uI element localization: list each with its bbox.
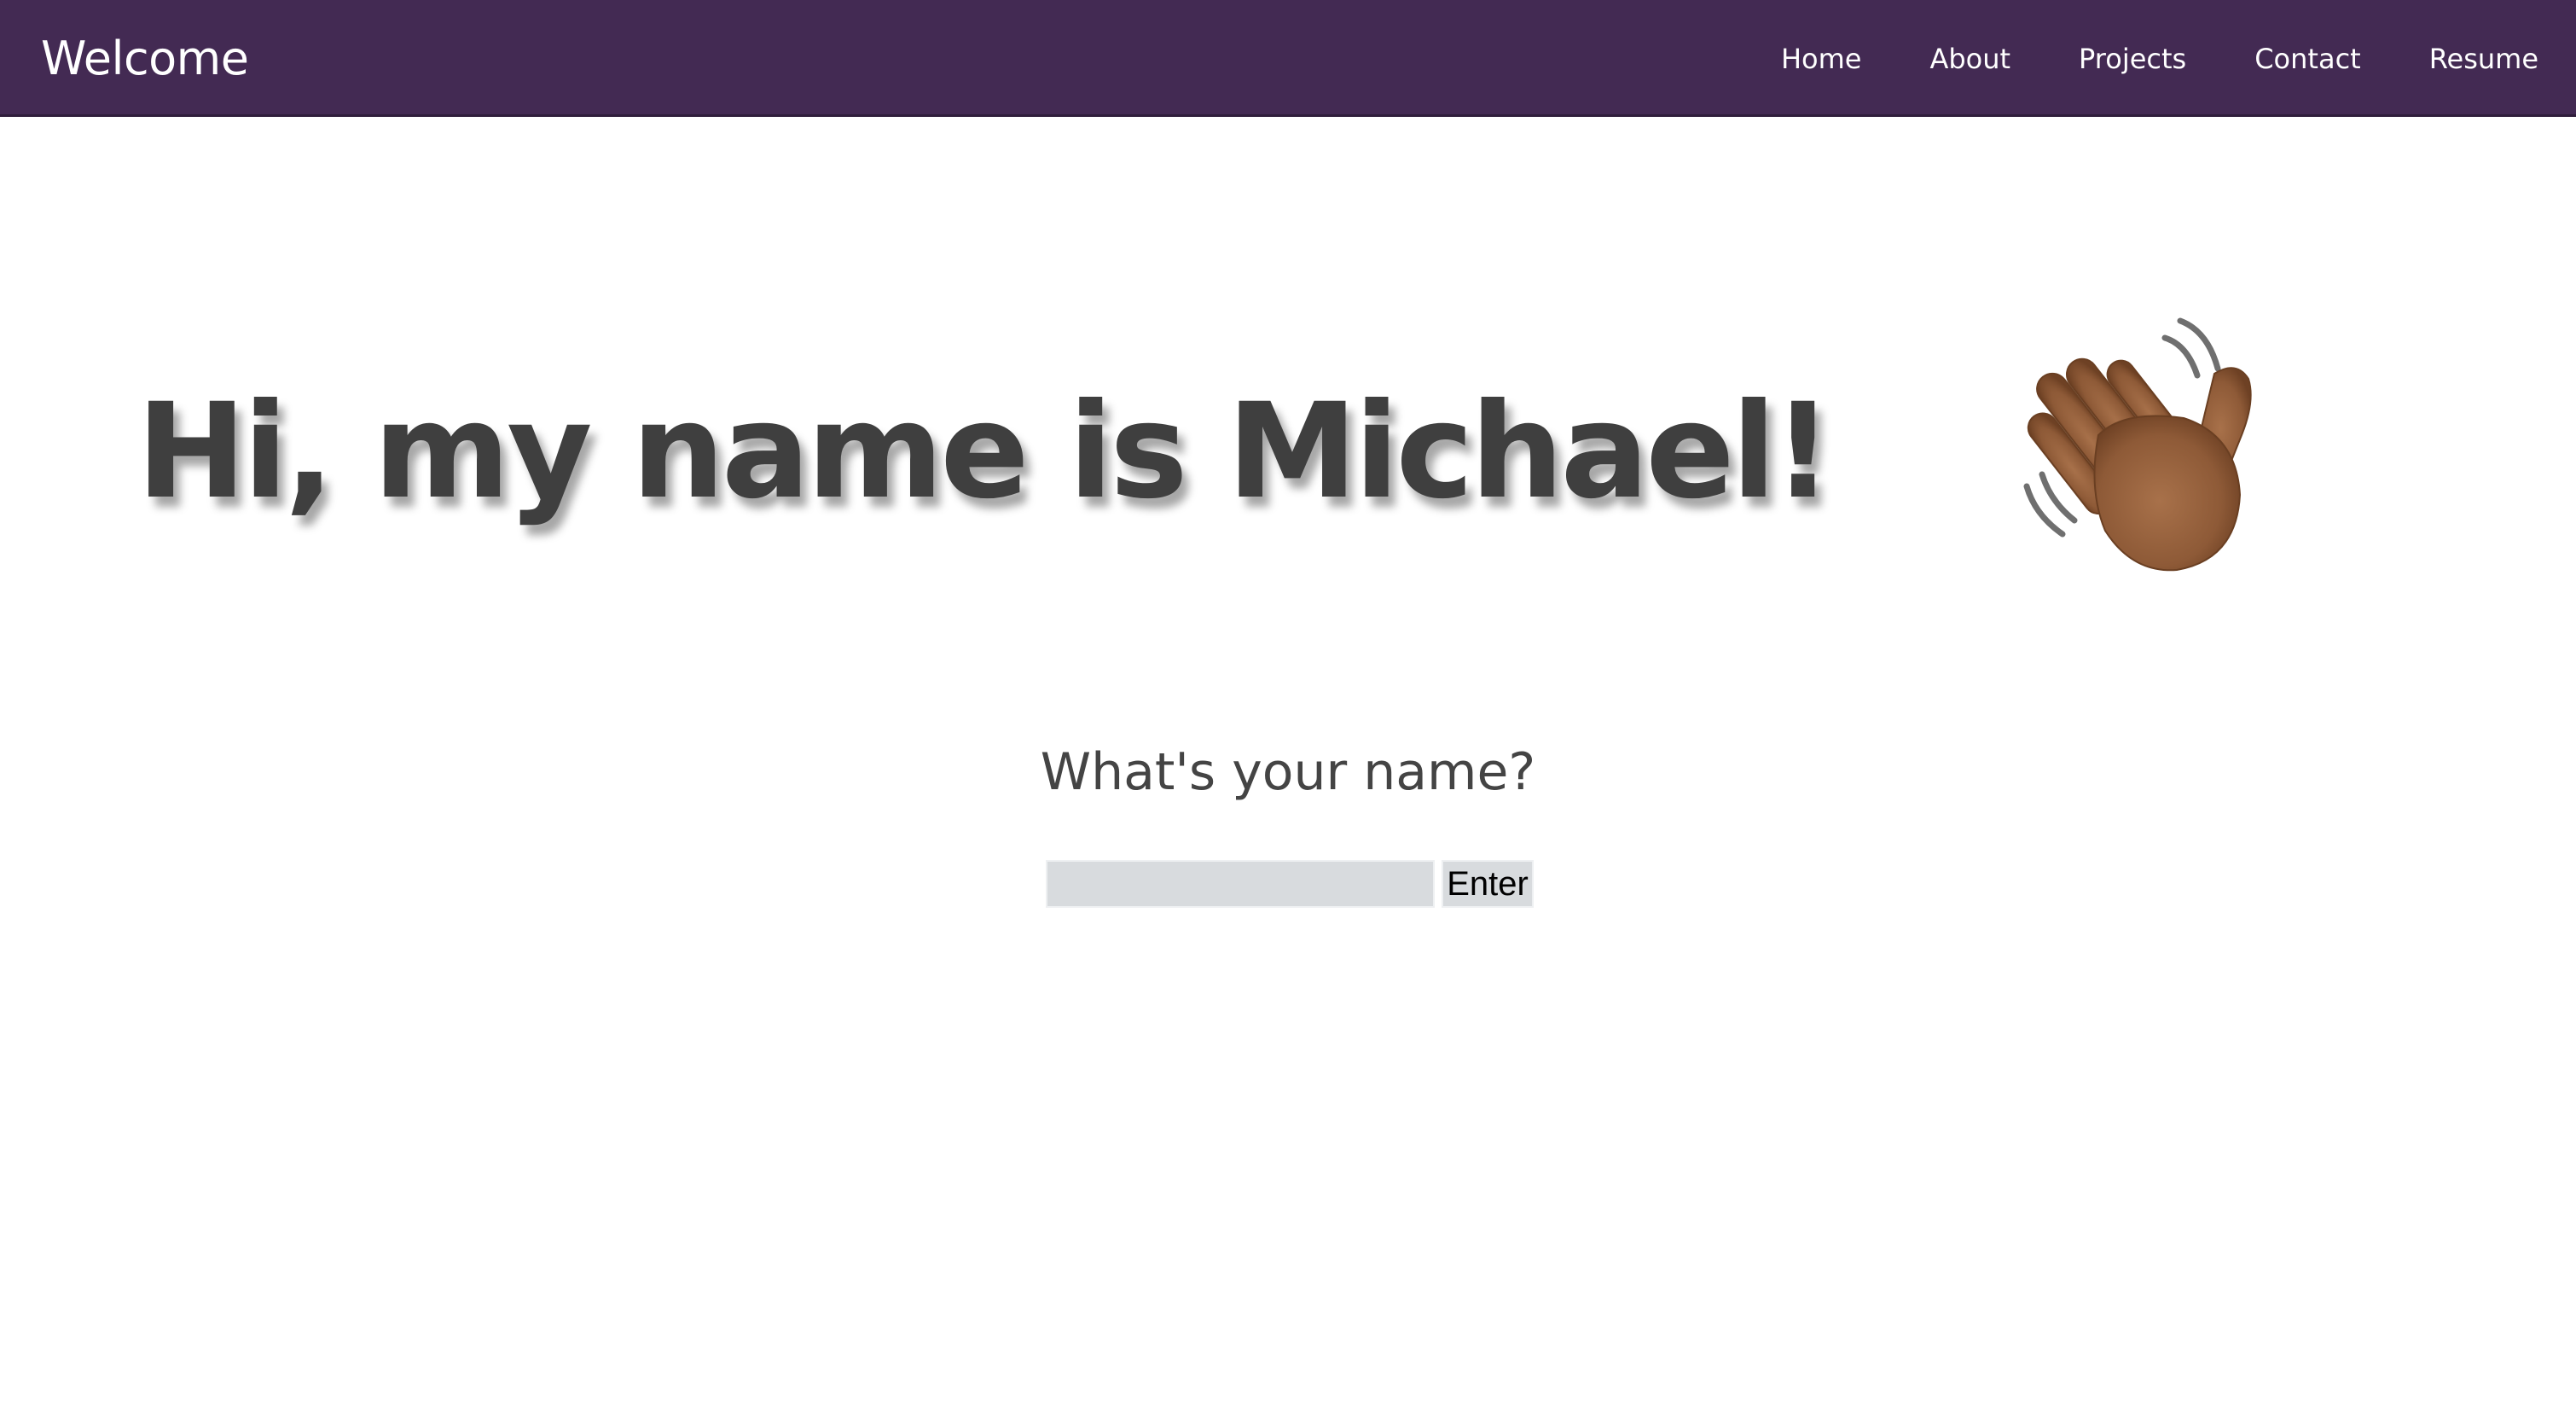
nav-links: Home About Projects Contact Resume <box>1713 0 2538 117</box>
waving-hand-icon <box>2023 317 2252 572</box>
page: Welcome Home About Projects Contact Resu… <box>0 0 2576 1418</box>
name-prompt: What's your name? <box>1040 742 1536 802</box>
nav-link-resume[interactable]: Resume <box>2429 43 2538 75</box>
brand-title: Welcome <box>41 32 249 85</box>
enter-button[interactable]: Enter <box>1442 860 1534 908</box>
nav-link-about[interactable]: About <box>1929 43 2010 75</box>
name-input[interactable] <box>1046 860 1435 908</box>
nav-link-projects[interactable]: Projects <box>2079 43 2186 75</box>
navbar: Welcome Home About Projects Contact Resu… <box>0 0 2576 117</box>
hero-title: Hi, my name is Michael! <box>136 375 1833 528</box>
name-form: Enter <box>1046 860 1534 908</box>
nav-link-home[interactable]: Home <box>1781 43 1862 75</box>
nav-link-contact[interactable]: Contact <box>2254 43 2361 75</box>
